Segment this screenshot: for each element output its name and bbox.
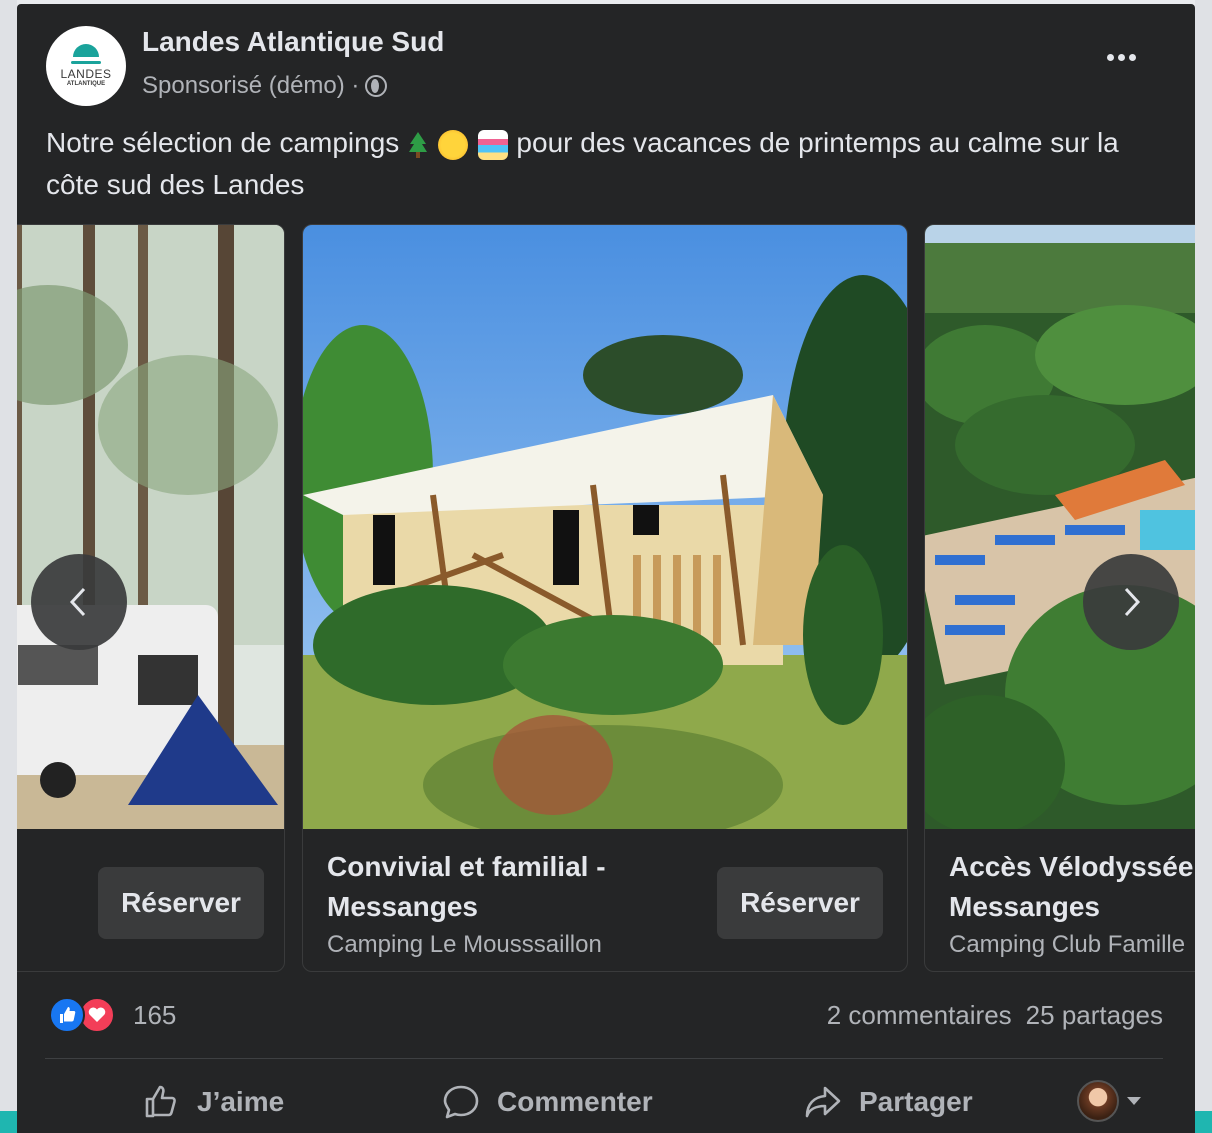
divider <box>45 1058 1163 1059</box>
page-backdrop-left <box>0 0 17 1133</box>
user-avatar <box>1077 1080 1119 1122</box>
sponsored-post: LANDES ATLANTIQUE Landes Atlantique Sud … <box>17 4 1195 1133</box>
share-label: Partager <box>859 1086 973 1117</box>
page-backdrop-right <box>1195 0 1212 1133</box>
card-2-title[interactable]: Convivial et familial - Messanges <box>327 847 677 927</box>
post-actions-bar: J’aime Commenter Partager <box>17 1066 1195 1133</box>
post-meta: Sponsorisé (démo) · <box>142 72 388 100</box>
profile-selector[interactable] <box>1077 1080 1141 1122</box>
dot-icon <box>1129 54 1136 61</box>
globe-icon <box>365 75 388 97</box>
share-arrow-icon <box>805 1086 841 1118</box>
chevron-right-icon <box>1124 587 1141 617</box>
more-options-button[interactable] <box>1107 54 1136 61</box>
sun-icon <box>437 129 468 160</box>
card-3-title[interactable]: Accès Vélodyssée - Messanges <box>949 847 1195 927</box>
post-caption: Notre sélection de campings pour des vac… <box>46 122 1171 206</box>
caption-text-start: Notre sélection de campings <box>46 127 408 158</box>
like-reaction-icon <box>49 997 85 1033</box>
dot-icon <box>1107 54 1114 61</box>
reserve-button-1[interactable]: Réserver <box>98 867 264 939</box>
beach-umbrella-icon <box>477 129 508 160</box>
comment-button[interactable]: Commenter <box>441 1074 653 1130</box>
card-2-subtitle: Camping Le Mousssaillon <box>327 931 602 958</box>
campervan-photo <box>17 225 284 829</box>
reaction-count: 165 <box>133 999 177 1030</box>
like-button[interactable]: J’aime <box>141 1074 284 1130</box>
logo-wave-icon <box>71 61 101 64</box>
engagement-stats: 2 commentaires 25 partages <box>827 1000 1163 1031</box>
chevron-left-icon <box>69 587 86 617</box>
aerial-camping-photo <box>925 225 1195 829</box>
comment-label: Commenter <box>497 1086 653 1117</box>
logo-sun-icon <box>73 44 99 57</box>
comment-bubble-icon <box>443 1085 479 1119</box>
dot-icon <box>1118 54 1125 61</box>
avatar-logo-line2: ATLANTIQUE <box>66 81 106 87</box>
card-3-subtitle: Camping Club Famille <box>949 931 1186 958</box>
reactions-summary[interactable]: 165 <box>49 997 176 1033</box>
page-name-link[interactable]: Landes Atlantique Sud <box>142 26 444 58</box>
carousel-prev-button[interactable] <box>31 554 127 650</box>
ad-carousel[interactable]: Réserver Convivial et familial - Messang… <box>17 224 1195 974</box>
caret-down-icon <box>1127 1097 1141 1105</box>
thumbs-up-icon <box>145 1085 176 1118</box>
reserve-button-2[interactable]: Réserver <box>717 867 883 939</box>
like-label: J’aime <box>197 1086 285 1117</box>
carousel-next-button[interactable] <box>1083 554 1179 650</box>
shares-count-link[interactable]: 25 partages <box>1026 1000 1163 1031</box>
glamping-tent-photo <box>303 225 907 829</box>
carousel-card-2[interactable]: Convivial et familial - Messanges Campin… <box>302 224 908 972</box>
page-avatar[interactable]: LANDES ATLANTIQUE <box>46 26 126 106</box>
comments-count-link[interactable]: 2 commentaires <box>827 1000 1012 1031</box>
avatar-logo-line1: LANDES <box>60 67 112 81</box>
sponsored-label: Sponsorisé (démo) · <box>142 72 360 99</box>
share-button[interactable]: Partager <box>803 1074 973 1130</box>
evergreen-tree-icon <box>409 131 428 158</box>
